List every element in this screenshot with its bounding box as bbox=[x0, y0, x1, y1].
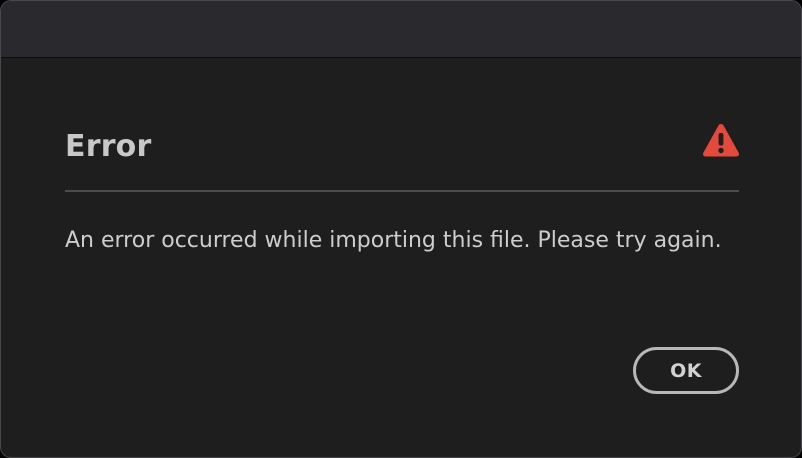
divider bbox=[65, 190, 739, 192]
error-message: An error occurred while importing this f… bbox=[65, 228, 722, 253]
ok-button[interactable]: OK bbox=[633, 347, 739, 394]
error-dialog: Error An error occurred while importing … bbox=[0, 0, 802, 458]
dialog-title: Error bbox=[65, 129, 152, 164]
dialog-titlebar[interactable] bbox=[1, 1, 801, 58]
warning-icon bbox=[703, 124, 739, 157]
